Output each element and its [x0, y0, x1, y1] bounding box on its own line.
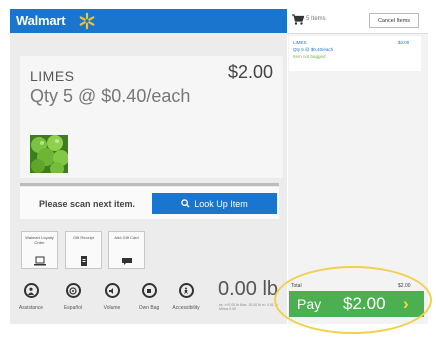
tile-label: Walmart Loyalty Order: [25, 235, 54, 245]
assistance-icon: [23, 283, 39, 298]
loyalty-order-tile[interactable]: Walmart Loyalty Order: [21, 231, 58, 269]
card-icon: [122, 258, 132, 265]
accessibility-icon: [178, 283, 194, 298]
accessibility-button[interactable]: Accessibility: [170, 283, 202, 311]
search-icon: [181, 199, 190, 208]
app-header: Walmart: [10, 9, 287, 33]
tool-label: Own Bag: [138, 305, 160, 311]
cancel-items-button[interactable]: Cancel Items: [369, 13, 419, 28]
scale-weight: 0.00 lb: [218, 278, 279, 300]
item-price: $2.00: [228, 62, 274, 82]
gift-receipt-tile[interactable]: Gift Receipt: [65, 231, 102, 269]
cart-item-quantity: Qty 5 @ $0.40/each: [293, 47, 334, 52]
tile-label: Add Gift Card: [114, 235, 139, 240]
volume-button[interactable]: Volume: [96, 283, 128, 311]
tool-label: Volume: [103, 305, 121, 311]
highlight-annotation: [274, 266, 432, 334]
limes-image: [30, 135, 68, 173]
espanol-button[interactable]: Español: [57, 283, 89, 311]
tool-label: Accessibility: [172, 305, 200, 311]
volume-icon: [104, 283, 120, 298]
item-quantity: Qty 5 @ $0.40/each: [30, 86, 191, 106]
look-up-item-button[interactable]: Look Up Item: [152, 193, 277, 214]
add-gift-card-tile[interactable]: Add Gift Card: [108, 231, 145, 269]
cart-icon: [292, 14, 304, 25]
own-bag-button[interactable]: Own Bag: [133, 283, 165, 311]
language-icon: [65, 283, 81, 298]
tool-label: Assistance: [18, 305, 44, 311]
scan-prompt: Please scan next item.: [39, 199, 136, 209]
spark-icon: [79, 12, 95, 30]
bag-icon: [141, 283, 157, 298]
brand-logo: Walmart: [16, 13, 66, 28]
cart-item-status: Item not bagged: [293, 54, 326, 59]
receipt-icon: [81, 256, 87, 266]
cart-item-price: $2.00: [398, 40, 410, 45]
cart-item-name: LIMES: [293, 40, 307, 45]
cart-item-count: 5 Items: [306, 16, 326, 22]
item-name: LIMES: [30, 68, 75, 84]
progress-divider: [20, 183, 279, 186]
laptop-icon: [34, 256, 46, 266]
scale-note: wt. ±+0.00 lb Max. 30.00 Ib e= 0.01 lb M…: [219, 303, 278, 311]
assistance-button[interactable]: Assistance: [15, 283, 47, 311]
tile-label: Gift Receipt: [73, 235, 94, 240]
look-up-item-label: Look Up Item: [194, 198, 248, 209]
tool-label: Español: [63, 305, 83, 311]
